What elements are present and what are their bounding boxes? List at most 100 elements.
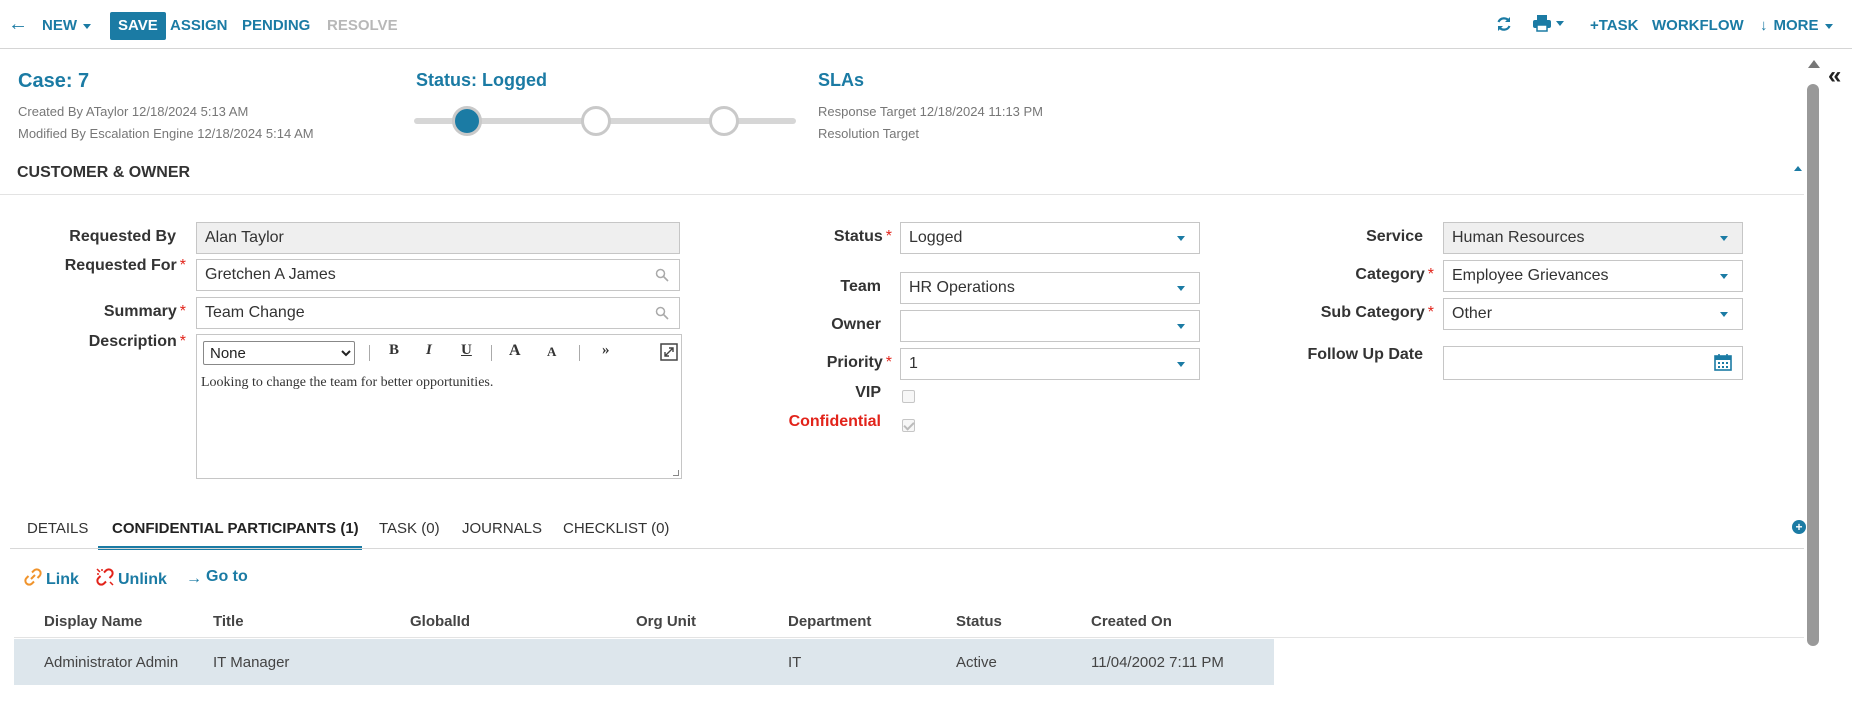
resize-handle-icon[interactable]: [673, 470, 679, 476]
double-chevron-left-icon[interactable]: «: [1828, 62, 1841, 90]
italic-button[interactable]: I: [426, 342, 432, 359]
tab-task[interactable]: TASK (0): [379, 520, 440, 537]
status-label: Status *: [790, 228, 892, 246]
owner-select[interactable]: [900, 310, 1200, 342]
category-label: Category *: [1290, 266, 1434, 284]
workflow-button[interactable]: WORKFLOW: [1652, 12, 1744, 40]
add-task-button[interactable]: +TASK: [1590, 12, 1638, 40]
more-label: MORE: [1773, 17, 1819, 34]
refresh-icon[interactable]: [1496, 15, 1512, 43]
requested-for-field[interactable]: Gretchen A James: [196, 259, 680, 291]
category-select[interactable]: Employee Grievances: [1443, 260, 1743, 292]
printer-icon: [1533, 15, 1551, 32]
priority-label: Priority *: [790, 354, 892, 372]
format-select[interactable]: None: [203, 341, 355, 365]
subcategory-label: Sub Category *: [1290, 304, 1434, 322]
column-header-status[interactable]: Status: [956, 613, 1002, 630]
print-button[interactable]: [1532, 14, 1564, 42]
progress-step-logged[interactable]: [452, 106, 482, 136]
tab-confidential-participants[interactable]: CONFIDENTIAL PARTICIPANTS (1): [112, 520, 359, 537]
followup-date-field[interactable]: [1443, 346, 1743, 380]
tab-checklist[interactable]: CHECKLIST (0): [563, 520, 669, 537]
cell-department: IT: [788, 654, 802, 671]
column-header-org-unit[interactable]: Org Unit: [636, 613, 696, 630]
more-tools-button[interactable]: »: [602, 342, 610, 359]
tab-journals[interactable]: JOURNALS: [462, 520, 542, 537]
column-header-department[interactable]: Department: [788, 613, 871, 630]
confidential-checkbox[interactable]: [902, 419, 915, 432]
editor-separator: [369, 345, 370, 361]
unlink-button[interactable]: Unlink: [96, 568, 167, 589]
required-marker: *: [1427, 304, 1434, 321]
status-title: Status: Logged: [416, 70, 547, 90]
pending-button[interactable]: PENDING: [242, 12, 310, 40]
cell-created-on: 11/04/2002 7:11 PM: [1091, 654, 1224, 671]
section-title: CUSTOMER & OWNER: [17, 164, 191, 181]
chevron-down-icon: [1177, 362, 1185, 367]
section-divider: [0, 194, 1804, 195]
new-button[interactable]: NEW: [42, 12, 91, 40]
command-toolbar: ← NEW SAVE ASSIGN PENDING RESOLVE +TASK …: [0, 0, 1852, 49]
tab-details[interactable]: DETAILS: [27, 520, 88, 537]
save-button[interactable]: SAVE: [110, 12, 166, 40]
vip-label-text: VIP: [855, 384, 881, 401]
scroll-up-arrow-icon[interactable]: [1808, 60, 1820, 68]
maximize-icon[interactable]: [660, 343, 678, 361]
search-icon[interactable]: [655, 306, 669, 320]
chevron-down-icon: [1177, 286, 1185, 291]
summary-text: Summary: [103, 303, 177, 320]
underline-button[interactable]: U: [461, 342, 472, 359]
back-arrow-icon[interactable]: ←: [8, 10, 28, 38]
goto-button[interactable]: → Go to: [186, 568, 248, 588]
status-select[interactable]: Logged: [900, 222, 1200, 254]
column-header-created-on[interactable]: Created On: [1091, 613, 1172, 630]
description-text-content[interactable]: Looking to change the team for better op…: [201, 375, 493, 391]
description-editor[interactable]: None B I U A A » Looking to change the t…: [196, 334, 682, 479]
summary-value: Team Change: [205, 304, 305, 321]
more-button[interactable]: ↓ MORE: [1760, 12, 1833, 40]
scroll-thumb[interactable]: [1807, 84, 1819, 646]
calendar-icon[interactable]: [1714, 353, 1732, 371]
column-header-globalid[interactable]: GlobalId: [410, 613, 470, 630]
requested-by-label: Requested By: [0, 228, 176, 246]
editor-toolbar: None B I U A A »: [197, 335, 681, 369]
progress-step-3[interactable]: [709, 106, 739, 136]
resolve-button[interactable]: RESOLVE: [327, 12, 398, 40]
modified-info: Modified By Escalation Engine 12/18/2024…: [18, 126, 314, 141]
table-row[interactable]: [14, 639, 1274, 685]
summary-field[interactable]: Team Change: [196, 297, 680, 329]
link-button[interactable]: Link: [24, 568, 79, 589]
column-header-title[interactable]: Title: [213, 613, 244, 630]
priority-label-text: Priority: [826, 354, 883, 371]
description-label: Description *: [0, 333, 186, 351]
case-title: Case: 7: [18, 70, 90, 92]
service-label-text: Service: [1366, 228, 1423, 245]
chevron-up-icon[interactable]: [1794, 166, 1802, 171]
priority-select[interactable]: 1: [900, 348, 1200, 380]
required-marker: *: [179, 333, 186, 350]
service-value: Human Resources: [1452, 229, 1585, 246]
team-value: HR Operations: [909, 279, 1015, 296]
service-select[interactable]: Human Resources: [1443, 222, 1743, 254]
vertical-scrollbar[interactable]: [1806, 60, 1820, 708]
goto-label: Go to: [206, 568, 248, 585]
team-label-text: Team: [840, 278, 881, 295]
service-label: Service: [1290, 228, 1423, 246]
column-header-display-name[interactable]: Display Name: [44, 613, 142, 630]
unlink-label: Unlink: [118, 571, 167, 588]
bold-button[interactable]: B: [389, 342, 399, 359]
chevron-down-icon: [1556, 21, 1564, 26]
vip-checkbox[interactable]: [902, 390, 915, 403]
search-icon[interactable]: [655, 268, 669, 282]
subcategory-select[interactable]: Other: [1443, 298, 1743, 330]
requested-for-label: Requested For *: [0, 257, 186, 275]
chevron-down-icon: [1824, 23, 1833, 29]
progress-step-2[interactable]: [581, 106, 611, 136]
font-size-up-button[interactable]: A: [509, 342, 521, 360]
team-select[interactable]: HR Operations: [900, 272, 1200, 304]
assign-button[interactable]: ASSIGN: [170, 12, 228, 40]
add-tab-icon[interactable]: +: [1792, 520, 1806, 534]
tabs-divider: [10, 548, 1804, 549]
requested-by-field[interactable]: Alan Taylor: [196, 222, 680, 254]
font-size-down-button[interactable]: A: [547, 344, 556, 360]
